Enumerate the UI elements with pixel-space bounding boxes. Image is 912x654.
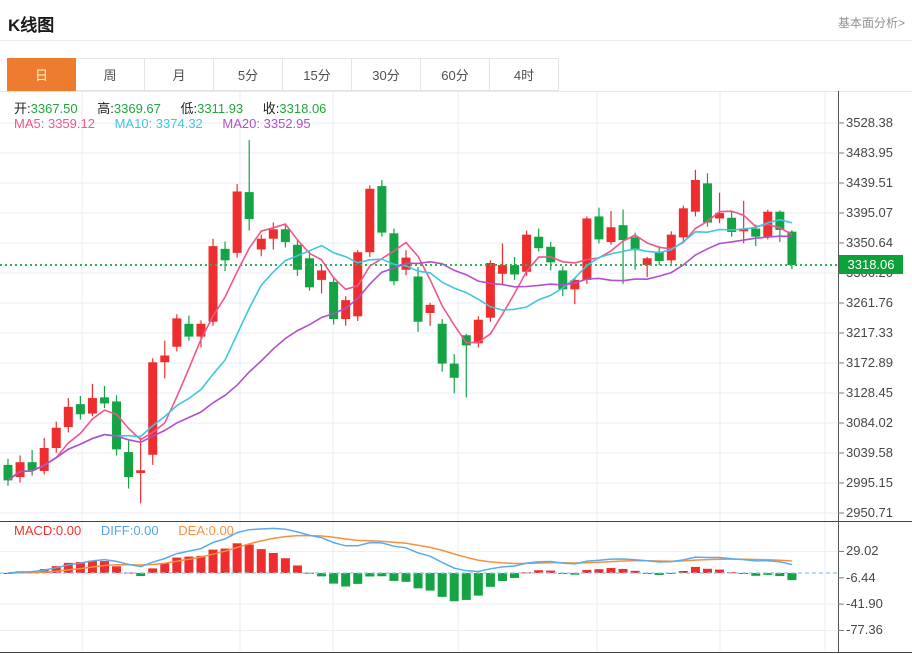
ma10-label: MA10: — [115, 116, 153, 131]
dea-line — [8, 536, 792, 573]
dea-label: DEA: — [178, 523, 208, 538]
y-axis-label: 3172.89 — [846, 355, 908, 370]
chart-area: 开:3367.50 高:3369.67 低:3311.93 收:3318.06 … — [0, 91, 912, 654]
close-label: 收: — [263, 101, 280, 116]
y-axis-label: 3528.38 — [846, 115, 908, 130]
tab-60分[interactable]: 60分 — [421, 58, 490, 91]
y-axis-label: 3261.76 — [846, 295, 908, 310]
page-title: K线图 — [8, 11, 54, 36]
y-axis-label: -77.36 — [846, 622, 908, 637]
candles-layer — [4, 140, 797, 503]
dea-value: 0.00 — [209, 523, 234, 538]
y-axis-label: -6.44 — [846, 570, 908, 585]
low-label: 低: — [181, 101, 198, 116]
close-value: 3318.06 — [279, 101, 326, 116]
y-axis-label: 2995.15 — [846, 475, 908, 490]
ohlc-info-row: 开:3367.50 高:3369.67 低:3311.93 收:3318.06 — [14, 98, 342, 117]
y-axis-label: -41.90 — [846, 596, 908, 611]
timeframe-tab-bar: 日周月5分15分30分60分4时 — [7, 58, 912, 91]
tab-日[interactable]: 日 — [7, 58, 76, 91]
ma5-label: MA5: — [14, 116, 44, 131]
ma20-value: 3352.95 — [264, 116, 311, 131]
macd-label: MACD: — [14, 523, 56, 538]
tab-月[interactable]: 月 — [145, 58, 214, 91]
tab-5分[interactable]: 5分 — [214, 58, 283, 91]
macd-histogram — [4, 543, 797, 601]
tab-周[interactable]: 周 — [76, 58, 145, 91]
y-axis-label: 3483.95 — [846, 145, 908, 160]
fundamental-analysis-link[interactable]: 基本面分析> — [838, 14, 905, 31]
ma-info-row: MA5: 3359.12 MA10: 3374.32 MA20: 3352.95 — [14, 116, 327, 131]
macd-info-row: MACD:0.00 DIFF:0.00 DEA:0.00 — [14, 523, 250, 538]
high-value: 3369.67 — [114, 101, 161, 116]
y-axis-label: 3395.07 — [846, 205, 908, 220]
high-label: 高: — [97, 101, 114, 116]
y-axis-label: 2950.71 — [846, 505, 908, 520]
y-axis-label: 3084.02 — [846, 415, 908, 430]
tab-15分[interactable]: 15分 — [283, 58, 352, 91]
y-axis-label: 3128.45 — [846, 385, 908, 400]
open-value: 3367.50 — [31, 101, 78, 116]
kline-chart-canvas[interactable] — [0, 91, 912, 654]
y-axis-label: 3350.64 — [846, 235, 908, 250]
diff-label: DIFF: — [101, 523, 134, 538]
tab-4时[interactable]: 4时 — [490, 58, 559, 91]
diff-value: 0.00 — [133, 523, 158, 538]
ma5-value: 3359.12 — [48, 116, 95, 131]
app-header: K线图 基本面分析> — [0, 0, 912, 41]
current-price-badge: 3318.06 — [839, 255, 903, 274]
y-axis-label: 3217.33 — [846, 325, 908, 340]
open-label: 开: — [14, 101, 31, 116]
ma20-label: MA20: — [222, 116, 260, 131]
low-value: 3311.93 — [197, 101, 243, 116]
y-axis-label: 29.02 — [846, 543, 908, 558]
tab-30分[interactable]: 30分 — [352, 58, 421, 91]
ma10-value: 3374.32 — [156, 116, 203, 131]
y-axis-label: 3439.51 — [846, 175, 908, 190]
macd-value: 0.00 — [56, 523, 81, 538]
y-axis-label: 3039.58 — [846, 445, 908, 460]
